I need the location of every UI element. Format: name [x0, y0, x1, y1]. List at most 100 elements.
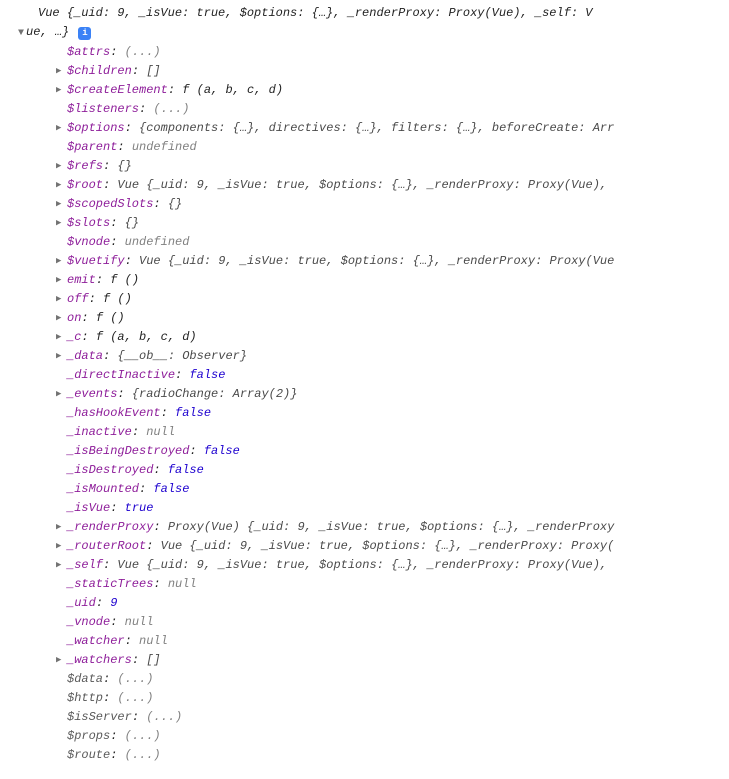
expand-arrow-icon[interactable]: ▶ — [56, 62, 67, 81]
property-row[interactable]: _isDestroyed: false — [8, 461, 721, 480]
property-key: $route — [67, 748, 110, 762]
colon: : — [96, 273, 110, 287]
function-f-icon: f — [96, 311, 110, 325]
property-row[interactable]: ▶_c: f (a, b, c, d) — [8, 328, 721, 347]
property-key: _isBeingDestroyed — [67, 444, 189, 458]
property-row[interactable]: _isBeingDestroyed: false — [8, 442, 721, 461]
property-row[interactable]: ▶_self: Vue {_uid: 9, _isVue: true, $opt… — [8, 556, 721, 575]
property-value: Vue {_uid: 9, _isVue: true, $options: {…… — [117, 178, 607, 192]
property-row[interactable]: ▶_routerRoot: Vue {_uid: 9, _isVue: true… — [8, 537, 721, 556]
property-row[interactable]: _directInactive: false — [8, 366, 721, 385]
property-row[interactable]: ▶_renderProxy: Proxy(Vue) {_uid: 9, _isV… — [8, 518, 721, 537]
property-row[interactable]: $isServer: (...) — [8, 708, 721, 727]
colon: : — [81, 311, 95, 325]
expand-arrow-icon[interactable]: ▶ — [56, 157, 67, 176]
colon: : — [103, 178, 117, 192]
property-value: null — [146, 425, 175, 439]
object-summary-continued: ue, …} — [26, 25, 69, 39]
property-row[interactable]: _hasHookEvent: false — [8, 404, 721, 423]
expand-arrow-icon[interactable]: ▶ — [56, 651, 67, 670]
colon: : — [103, 159, 117, 173]
property-row[interactable]: ▶$root: Vue {_uid: 9, _isVue: true, $opt… — [8, 176, 721, 195]
property-value: true — [125, 501, 154, 515]
property-row[interactable]: ▶$scopedSlots: {} — [8, 195, 721, 214]
property-value: null — [125, 615, 154, 629]
property-value: {} — [168, 197, 182, 211]
expand-arrow-icon[interactable]: ▶ — [56, 119, 67, 138]
property-key: _vnode — [67, 615, 110, 629]
property-value: Vue {_uid: 9, _isVue: true, $options: {…… — [139, 254, 614, 268]
property-key: _staticTrees — [67, 577, 153, 591]
expand-arrow-icon[interactable]: ▶ — [56, 214, 67, 233]
property-value: false — [189, 368, 225, 382]
expand-arrow-icon[interactable]: ▶ — [56, 556, 67, 575]
expand-arrow-icon[interactable]: ▶ — [56, 176, 67, 195]
property-key: $listeners — [67, 102, 139, 116]
colon: : — [161, 406, 175, 420]
property-key: _hasHookEvent — [67, 406, 161, 420]
expand-arrow-icon[interactable]: ▶ — [56, 328, 67, 347]
property-row[interactable]: $attrs: (...) — [8, 43, 721, 62]
property-row[interactable]: $vnode: undefined — [8, 233, 721, 252]
property-row[interactable]: ▶$options: {components: {…}, directives:… — [8, 119, 721, 138]
property-row[interactable]: ▶emit: f () — [8, 271, 721, 290]
property-value: {radioChange: Array(2)} — [132, 387, 298, 401]
property-row[interactable]: _uid: 9 — [8, 594, 721, 613]
property-row[interactable]: $listeners: (...) — [8, 100, 721, 119]
property-row[interactable]: _watcher: null — [8, 632, 721, 651]
property-value: (...) — [117, 691, 153, 705]
property-row[interactable]: _isMounted: false — [8, 480, 721, 499]
colon: : — [153, 577, 167, 591]
expand-arrow-icon[interactable]: ▶ — [56, 271, 67, 290]
property-row[interactable]: _staticTrees: null — [8, 575, 721, 594]
expand-arrow-icon[interactable]: ▶ — [56, 518, 67, 537]
property-row[interactable]: ▶off: f () — [8, 290, 721, 309]
expand-arrow-icon[interactable]: ▶ — [56, 309, 67, 328]
property-row[interactable]: ▶$vuetify: Vue {_uid: 9, _isVue: true, $… — [8, 252, 721, 271]
property-row[interactable]: ▶$children: [] — [8, 62, 721, 81]
property-row[interactable]: ▶$refs: {} — [8, 157, 721, 176]
property-row[interactable]: ▶on: f () — [8, 309, 721, 328]
function-f-icon: f — [96, 330, 110, 344]
property-row[interactable]: $parent: undefined — [8, 138, 721, 157]
property-value: undefined — [125, 235, 190, 249]
property-row[interactable]: ▶_watchers: [] — [8, 651, 721, 670]
property-row[interactable]: $route: (...) — [8, 746, 721, 765]
property-row[interactable]: ▶$createElement: f (a, b, c, d) — [8, 81, 721, 100]
property-row[interactable]: _vnode: null — [8, 613, 721, 632]
expand-arrow-icon[interactable]: ▶ — [56, 81, 67, 100]
colon: : — [110, 729, 124, 743]
property-value: false — [168, 463, 204, 477]
property-value: (...) — [153, 102, 189, 116]
function-args: (a, b, c, d) — [197, 83, 283, 97]
property-row[interactable]: _isVue: true — [8, 499, 721, 518]
property-key: $http — [67, 691, 103, 705]
property-row[interactable]: $data: (...) — [8, 670, 721, 689]
expand-arrow-icon[interactable]: ▶ — [56, 252, 67, 271]
property-key: _uid — [67, 596, 96, 610]
property-key: _inactive — [67, 425, 132, 439]
expand-arrow-icon[interactable]: ▶ — [56, 347, 67, 366]
object-header[interactable]: Vue {_uid: 9, _isVue: true, $options: {…… — [8, 4, 721, 23]
property-value: Vue {_uid: 9, _isVue: true, $options: {…… — [117, 558, 607, 572]
expand-arrow-icon[interactable]: ▶ — [56, 537, 67, 556]
property-row[interactable]: ▶_events: {radioChange: Array(2)} — [8, 385, 721, 404]
colon: : — [139, 482, 153, 496]
console-object-dump: Vue {_uid: 9, _isVue: true, $options: {…… — [8, 4, 721, 765]
property-key: on — [67, 311, 81, 325]
property-row[interactable]: ▶_data: {__ob__: Observer} — [8, 347, 721, 366]
property-value: false — [153, 482, 189, 496]
expand-arrow-icon[interactable]: ▶ — [56, 385, 67, 404]
expand-arrow-down-icon[interactable]: ▼ — [18, 28, 24, 39]
expand-arrow-icon[interactable]: ▶ — [56, 290, 67, 309]
property-key: _isMounted — [67, 482, 139, 496]
property-row[interactable]: ▶$slots: {} — [8, 214, 721, 233]
property-value: [] — [146, 64, 160, 78]
info-icon[interactable]: i — [78, 27, 91, 40]
object-header-wrap[interactable]: ▼ue, …} i — [8, 23, 721, 43]
property-row[interactable]: _inactive: null — [8, 423, 721, 442]
property-row[interactable]: $http: (...) — [8, 689, 721, 708]
expand-arrow-icon[interactable]: ▶ — [56, 195, 67, 214]
colon: : — [81, 330, 95, 344]
property-row[interactable]: $props: (...) — [8, 727, 721, 746]
